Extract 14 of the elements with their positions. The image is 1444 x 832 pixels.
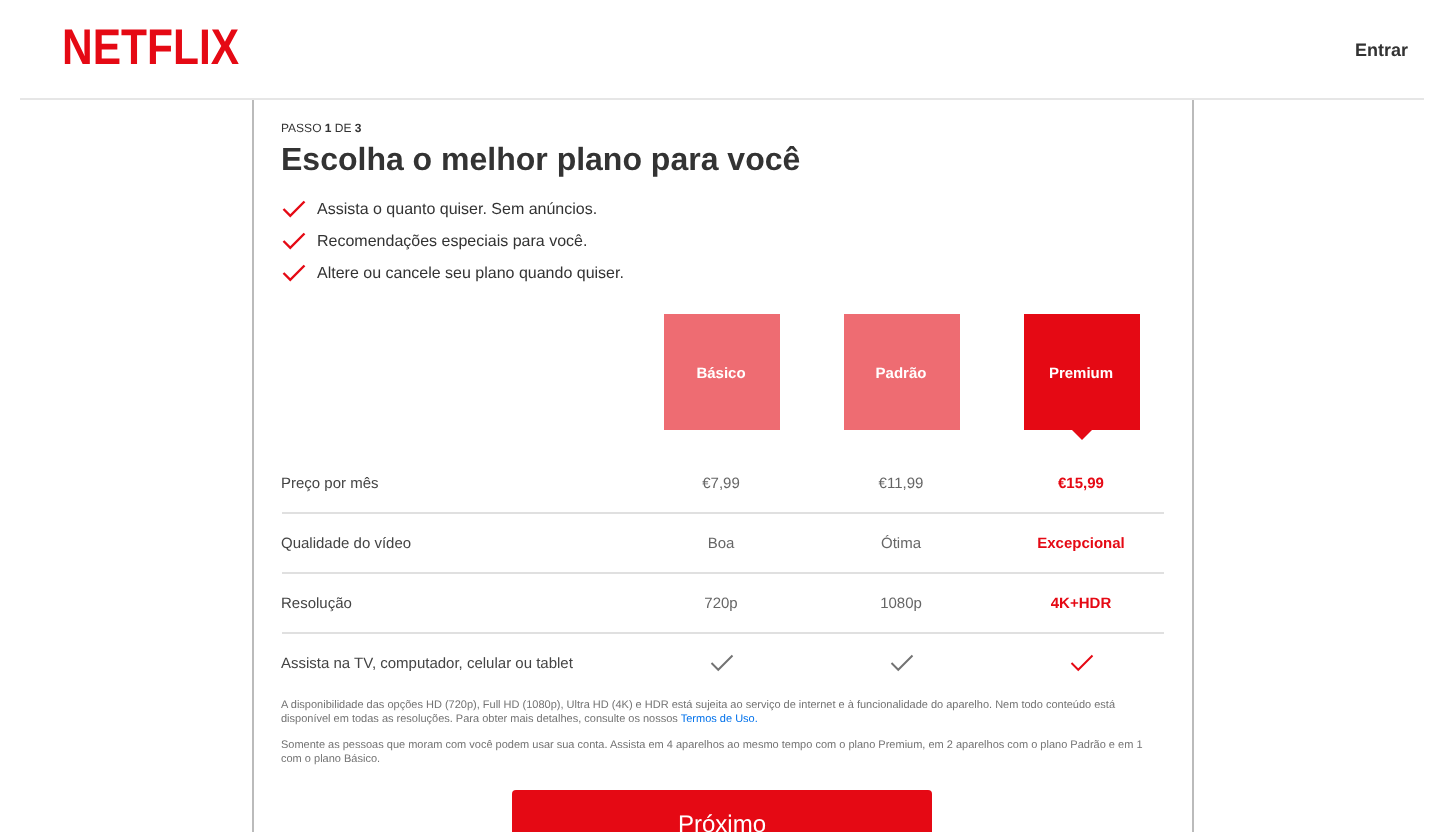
benefit-text: Assista o quanto quiser. Sem anúncios.	[317, 199, 598, 217]
page-title: Escolha o melhor plano para você	[281, 144, 803, 180]
logo[interactable]: NETFLIX	[62, 20, 240, 78]
checkmark-icon	[1069, 654, 1093, 672]
benefit-text: Recomendações especiais para você.	[317, 231, 588, 249]
checkmark-icon	[281, 199, 305, 217]
next-button[interactable]: Próximo	[512, 789, 932, 832]
sign-in-link[interactable]: Entrar	[1354, 39, 1408, 59]
benefit-text: Altere ou cancele seu plano quando quiser.	[317, 263, 624, 281]
checkmark-icon	[281, 231, 305, 249]
checkmark-icon	[889, 654, 913, 672]
selection-pointer-icon	[1071, 430, 1091, 440]
checkmark-icon	[281, 263, 305, 281]
checkmark-icon	[709, 654, 733, 672]
